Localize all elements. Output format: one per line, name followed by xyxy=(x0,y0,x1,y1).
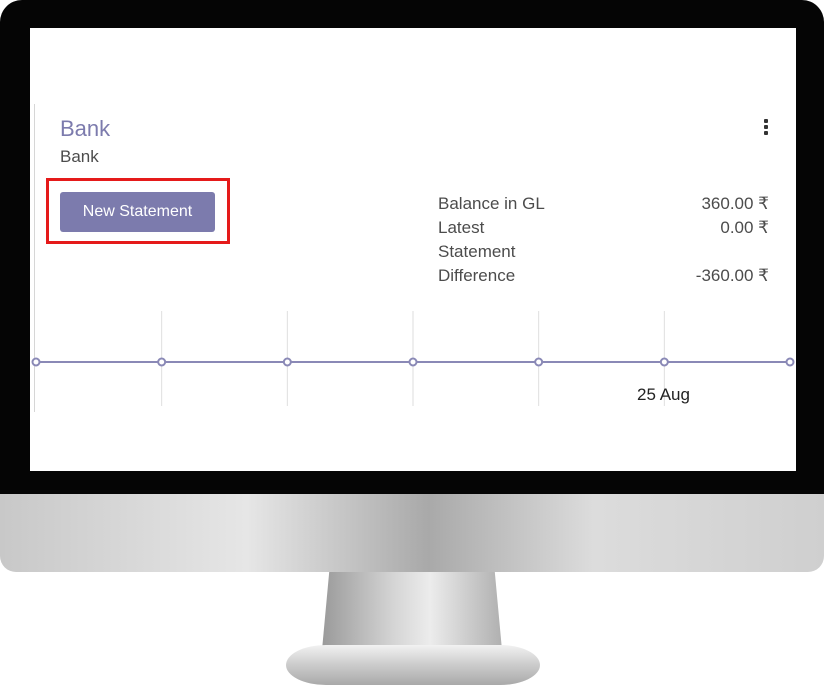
kebab-dot xyxy=(764,125,768,129)
balance-gl-value: 360.00 ₹ xyxy=(701,194,769,213)
summary-row-latest-statement: Latest Statement 0.00 ₹ xyxy=(438,216,769,264)
latest-statement-value: 0.00 ₹ xyxy=(720,218,769,237)
data-point[interactable] xyxy=(157,357,167,367)
difference-value: -360.00 ₹ xyxy=(695,266,769,285)
data-point[interactable] xyxy=(785,357,795,367)
difference-label: Difference xyxy=(438,266,516,285)
data-point[interactable] xyxy=(408,357,418,367)
graph-svg xyxy=(31,311,795,406)
new-statement-button[interactable]: New Statement xyxy=(60,192,215,232)
monitor-frame: Bank Bank New Statement Balance in GL 36… xyxy=(0,0,824,686)
journal-title[interactable]: Bank xyxy=(60,116,110,142)
balance-graph[interactable] xyxy=(30,308,796,438)
data-point[interactable] xyxy=(659,357,669,367)
balance-gl-label: Balance in GL xyxy=(438,194,545,213)
summary-row-difference: Difference -360.00 ₹ xyxy=(438,264,769,288)
journal-type: Bank xyxy=(60,147,99,166)
x-tick-label: 25 Aug xyxy=(637,385,690,404)
data-point[interactable] xyxy=(31,357,41,367)
more-options-icon[interactable] xyxy=(761,119,771,135)
summary-table: Balance in GL 360.00 ₹ Latest Statement … xyxy=(438,192,769,288)
monitor-chin xyxy=(0,494,824,572)
summary-row-balance-gl: Balance in GL 360.00 ₹ xyxy=(438,192,769,216)
latest-statement-label: Latest Statement xyxy=(438,218,516,261)
monitor-stand-base xyxy=(286,645,540,685)
kebab-dot xyxy=(764,131,768,135)
screen: Bank Bank New Statement Balance in GL 36… xyxy=(30,28,796,471)
data-point[interactable] xyxy=(534,357,544,367)
kebab-dot xyxy=(764,119,768,123)
monitor-stand-neck xyxy=(322,572,502,650)
data-point[interactable] xyxy=(282,357,292,367)
